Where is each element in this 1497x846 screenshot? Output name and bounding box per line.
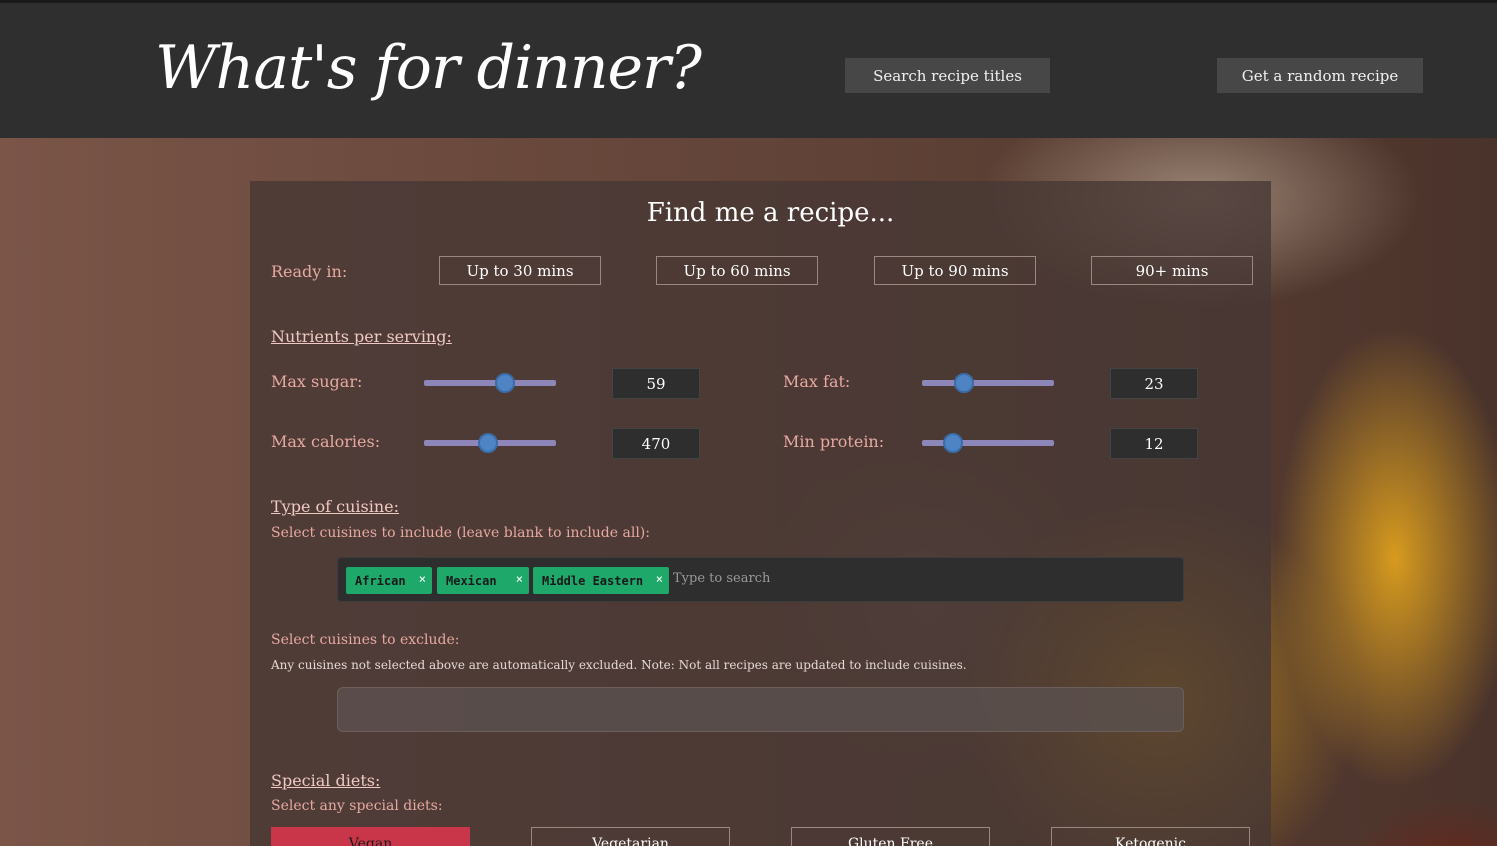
slider-thumb[interactable] <box>478 433 498 453</box>
slider-thumb[interactable] <box>495 373 515 393</box>
cuisine-search-input[interactable]: Type to search <box>673 571 770 586</box>
max-calories-label: Max calories: <box>271 432 381 451</box>
min-protein-slider[interactable] <box>922 433 1054 453</box>
max-calories-slider[interactable] <box>424 433 556 453</box>
exclude-note: Any cuisines not selected above are auto… <box>271 658 967 672</box>
tag-label: Middle Eastern <box>542 573 644 588</box>
remove-tag-icon[interactable]: × <box>516 572 523 586</box>
site-logo[interactable]: What's for dinner? <box>155 33 702 103</box>
diet-gluten-free-button[interactable]: Gluten Free <box>791 827 990 846</box>
tag-middle-eastern: Middle Eastern × <box>533 567 669 594</box>
min-protein-value[interactable]: 12 <box>1110 428 1198 459</box>
tag-label: African <box>355 573 406 588</box>
max-sugar-slider[interactable] <box>424 373 556 393</box>
min-protein-label: Min protein: <box>783 432 885 451</box>
diet-vegetarian-button[interactable]: Vegetarian <box>531 827 730 846</box>
slider-track <box>424 380 556 386</box>
nutrients-heading: Nutrients per serving: <box>271 327 452 346</box>
tag-label: Mexican <box>446 573 497 588</box>
ready-in-label: Ready in: <box>271 262 348 281</box>
exclude-cuisines-label: Select cuisines to exclude: <box>271 632 460 648</box>
max-fat-slider[interactable] <box>922 373 1054 393</box>
random-recipe-button[interactable]: Get a random recipe <box>1217 58 1423 93</box>
slider-track <box>922 440 1054 446</box>
time-60-button[interactable]: Up to 60 mins <box>656 256 818 285</box>
diets-label: Select any special diets: <box>271 798 443 814</box>
tag-african: African × <box>346 567 432 594</box>
search-recipe-titles-button[interactable]: Search recipe titles <box>845 58 1050 93</box>
remove-tag-icon[interactable]: × <box>656 572 663 586</box>
diet-vegan-button[interactable]: Vegan <box>271 827 470 846</box>
time-90plus-button[interactable]: 90+ mins <box>1091 256 1253 285</box>
max-fat-value[interactable]: 23 <box>1110 368 1198 399</box>
panel-title: Find me a recipe... <box>646 198 895 228</box>
tag-mexican: Mexican × <box>437 567 529 594</box>
remove-tag-icon[interactable]: × <box>419 572 426 586</box>
diets-heading: Special diets: <box>271 771 381 790</box>
time-90-button[interactable]: Up to 90 mins <box>874 256 1036 285</box>
slider-track <box>922 380 1054 386</box>
header: What's for dinner? Search recipe titles … <box>0 0 1497 138</box>
include-cuisines-select[interactable]: African × Mexican × Middle Eastern × Typ… <box>337 557 1184 602</box>
cuisine-heading: Type of cuisine: <box>271 497 400 516</box>
max-fat-label: Max fat: <box>783 372 851 391</box>
slider-thumb[interactable] <box>954 373 974 393</box>
time-30-button[interactable]: Up to 30 mins <box>439 256 601 285</box>
max-calories-value[interactable]: 470 <box>612 428 700 459</box>
diet-ketogenic-button[interactable]: Ketogenic <box>1051 827 1250 846</box>
slider-thumb[interactable] <box>943 433 963 453</box>
max-sugar-label: Max sugar: <box>271 372 363 391</box>
max-sugar-value[interactable]: 59 <box>612 368 700 399</box>
exclude-cuisines-select[interactable] <box>337 687 1184 732</box>
include-cuisines-label: Select cuisines to include (leave blank … <box>271 525 650 541</box>
